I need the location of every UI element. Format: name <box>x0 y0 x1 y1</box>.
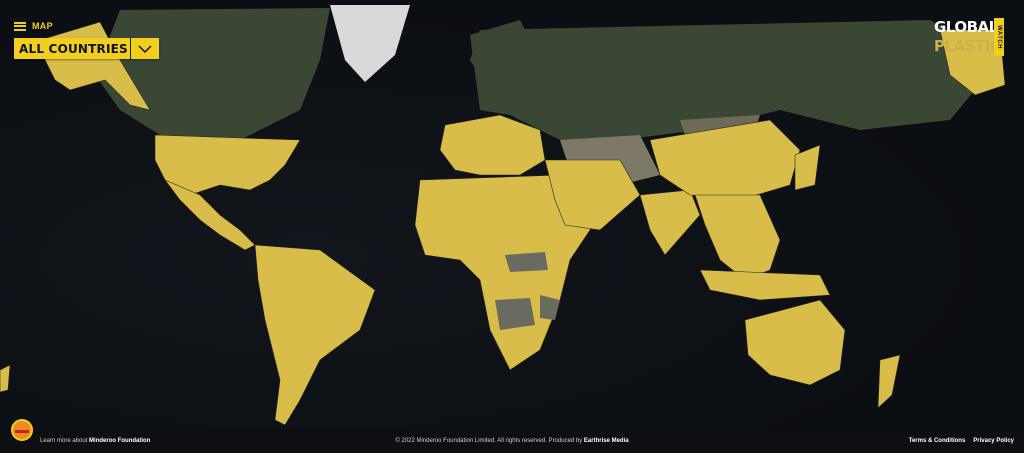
map-menu-toggle[interactable]: MAP <box>14 21 53 31</box>
footer-copyright: © 2022 Minderoo Foundation Limited. All … <box>0 438 1024 444</box>
copyright-text: © 2022 Minderoo Foundation Limited. All … <box>395 438 583 444</box>
privacy-link[interactable]: Privacy Policy <box>973 438 1014 444</box>
logo-line-2: PLASTIC <box>934 37 1001 55</box>
logo-tag-text: WATCH <box>996 24 1002 50</box>
terms-link[interactable]: Terms & Conditions <box>909 438 966 444</box>
country-filter-dropdown[interactable]: ALL COUNTRIES <box>14 38 159 59</box>
map-canvas[interactable] <box>0 0 1024 430</box>
footer-legal-links: Terms & Conditions Privacy Policy <box>909 438 1014 444</box>
footer: Learn more about Minderoo Foundation © 2… <box>0 419 1024 453</box>
earthrise-link[interactable]: Earthrise Media <box>584 438 629 444</box>
menu-label: MAP <box>32 21 53 31</box>
logo-line-1: GLOBAL <box>934 18 998 36</box>
chevron-down-icon[interactable] <box>130 38 159 59</box>
logo-tag: WATCH <box>994 18 1004 56</box>
global-plastic-watch-logo[interactable]: GLOBAL PLASTIC WATCH <box>934 18 1004 60</box>
world-map[interactable] <box>0 0 1024 430</box>
country-filter-value: ALL COUNTRIES <box>19 41 128 56</box>
hamburger-icon <box>14 21 26 31</box>
